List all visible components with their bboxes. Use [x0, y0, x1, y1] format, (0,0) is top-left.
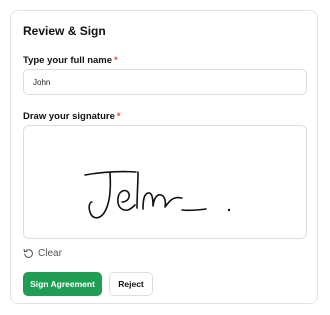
clear-signature-button[interactable]: Clear	[23, 246, 62, 260]
reject-button[interactable]: Reject	[109, 272, 153, 296]
signature-label: Draw your signature *	[23, 111, 121, 122]
full-name-label-text: Type your full name	[23, 55, 113, 66]
full-name-input[interactable]	[23, 69, 307, 95]
full-name-label: Type your full name *	[23, 55, 118, 66]
required-marker: *	[114, 55, 118, 66]
required-marker: *	[116, 111, 121, 122]
rotate-ccw-icon	[23, 248, 33, 258]
review-sign-card: Review & Sign Type your full name* Draw …	[10, 10, 318, 304]
signature-label-text: Draw your signature	[23, 111, 115, 122]
card-title: Review & Sign	[23, 24, 106, 38]
sign-agreement-button[interactable]: Sign Agreement	[23, 272, 102, 296]
signature-drawing	[84, 170, 231, 219]
signature-pad[interactable]	[23, 125, 307, 239]
clear-label: Clear	[38, 247, 62, 259]
